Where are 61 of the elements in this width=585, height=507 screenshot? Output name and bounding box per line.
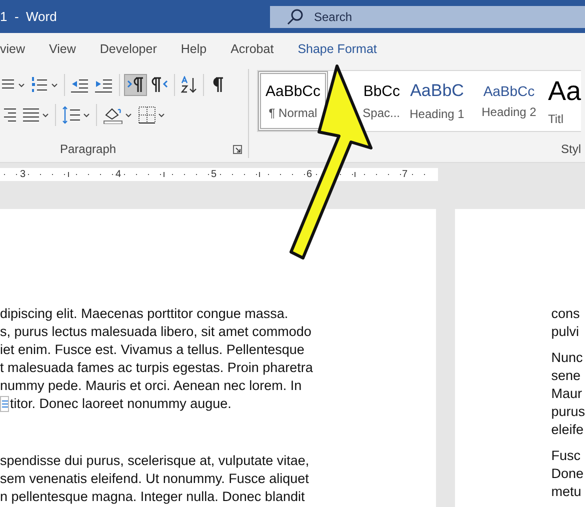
text-line: iet enim. Fusce est. Vivamus a tellus. Pellentesque bbox=[0, 341, 304, 359]
ruler-number: 7 bbox=[402, 168, 408, 180]
align-right-icon bbox=[2, 106, 17, 124]
left-to-right-icon bbox=[127, 76, 144, 94]
line-spacing-icon bbox=[62, 106, 81, 124]
text-line: pulvi bbox=[551, 323, 579, 341]
sort-icon bbox=[181, 76, 197, 94]
style-option[interactable]: Aa Titl bbox=[546, 71, 585, 131]
chevron-down-icon bbox=[51, 82, 58, 88]
text-line: Nunc bbox=[551, 349, 583, 367]
text-line: eleife bbox=[551, 421, 584, 439]
search-icon bbox=[286, 8, 304, 26]
style-option[interactable]: AaBbC Heading 1 bbox=[402, 71, 472, 131]
justify-icon bbox=[23, 106, 40, 124]
search-field[interactable]: Search bbox=[270, 6, 585, 28]
text-line: nummy pede. Mauris et orci. Aenean nec lorem. In bbox=[0, 377, 302, 395]
numbered-list-icon bbox=[31, 76, 49, 94]
ribbon-tab[interactable]: Acrobat bbox=[218, 42, 286, 56]
chevron-down-icon bbox=[42, 112, 49, 118]
text-line: n pellentesque magna. Integer nulla. Donec blandit bbox=[0, 488, 305, 506]
text-line: metu bbox=[551, 483, 582, 501]
text-line: sem venenatis eleifend. Ut nonummy. Fusce aliquet bbox=[0, 470, 309, 488]
ribbon-tab[interactable]: Shape Format bbox=[286, 42, 389, 56]
ruler-number: 5 bbox=[211, 168, 217, 180]
dialog-launcher-button[interactable] bbox=[233, 144, 242, 154]
paint-bucket-icon bbox=[103, 106, 123, 124]
ribbon-tab[interactable]: Developer bbox=[88, 42, 169, 56]
text-line: purus bbox=[551, 403, 585, 421]
text-line: Maur bbox=[551, 385, 582, 403]
group-label: Paragraph bbox=[60, 142, 116, 156]
style-option[interactable]: AaBbCc ¶ Normal bbox=[258, 71, 328, 131]
right-to-left-icon bbox=[151, 76, 168, 94]
style-option[interactable]: AaBbCc Heading 2 bbox=[474, 71, 544, 131]
chevron-down-icon bbox=[158, 112, 165, 118]
text-line: Fusc bbox=[551, 447, 580, 465]
text-line: titor. Donec laoreet nonummy augue. bbox=[10, 395, 232, 413]
text-line: spendisse dui purus, scelerisque at, vulputate vitae, bbox=[0, 452, 310, 470]
text-line: Done bbox=[551, 465, 584, 483]
ruler-number: 3 bbox=[20, 168, 26, 180]
ruler-number: 4 bbox=[116, 168, 122, 180]
text-line: s, purus lectus malesuada libero, sit amet commodo bbox=[0, 323, 312, 341]
borders-icon bbox=[138, 106, 156, 124]
ribbon-tab[interactable]: View bbox=[37, 42, 88, 56]
chevron-down-icon bbox=[18, 82, 25, 88]
chevron-down-icon bbox=[125, 112, 132, 118]
group-label: Styl bbox=[560, 142, 581, 158]
dialog-launcher-icon bbox=[233, 144, 242, 154]
chevron-down-icon bbox=[83, 112, 90, 118]
ribbon-tab[interactable]: view bbox=[0, 42, 38, 56]
text-line: dipiscing elit. Maecenas porttitor congue massa. bbox=[0, 305, 288, 323]
ribbon-tab[interactable]: Help bbox=[168, 42, 219, 56]
text-line: sene bbox=[551, 367, 580, 385]
borders-button[interactable] bbox=[136, 104, 167, 126]
layout-icon bbox=[2, 399, 8, 409]
window-title: 1 - Word bbox=[0, 9, 57, 24]
layout-options-button[interactable] bbox=[0, 396, 9, 412]
ltr-button[interactable] bbox=[124, 74, 147, 96]
ruler-number: 6 bbox=[306, 168, 312, 180]
spacing-button[interactable] bbox=[60, 104, 92, 126]
text-line: t malesuada fames ac turpis egestas. Proin pharetra bbox=[0, 359, 313, 377]
text-line: cons bbox=[551, 305, 580, 323]
